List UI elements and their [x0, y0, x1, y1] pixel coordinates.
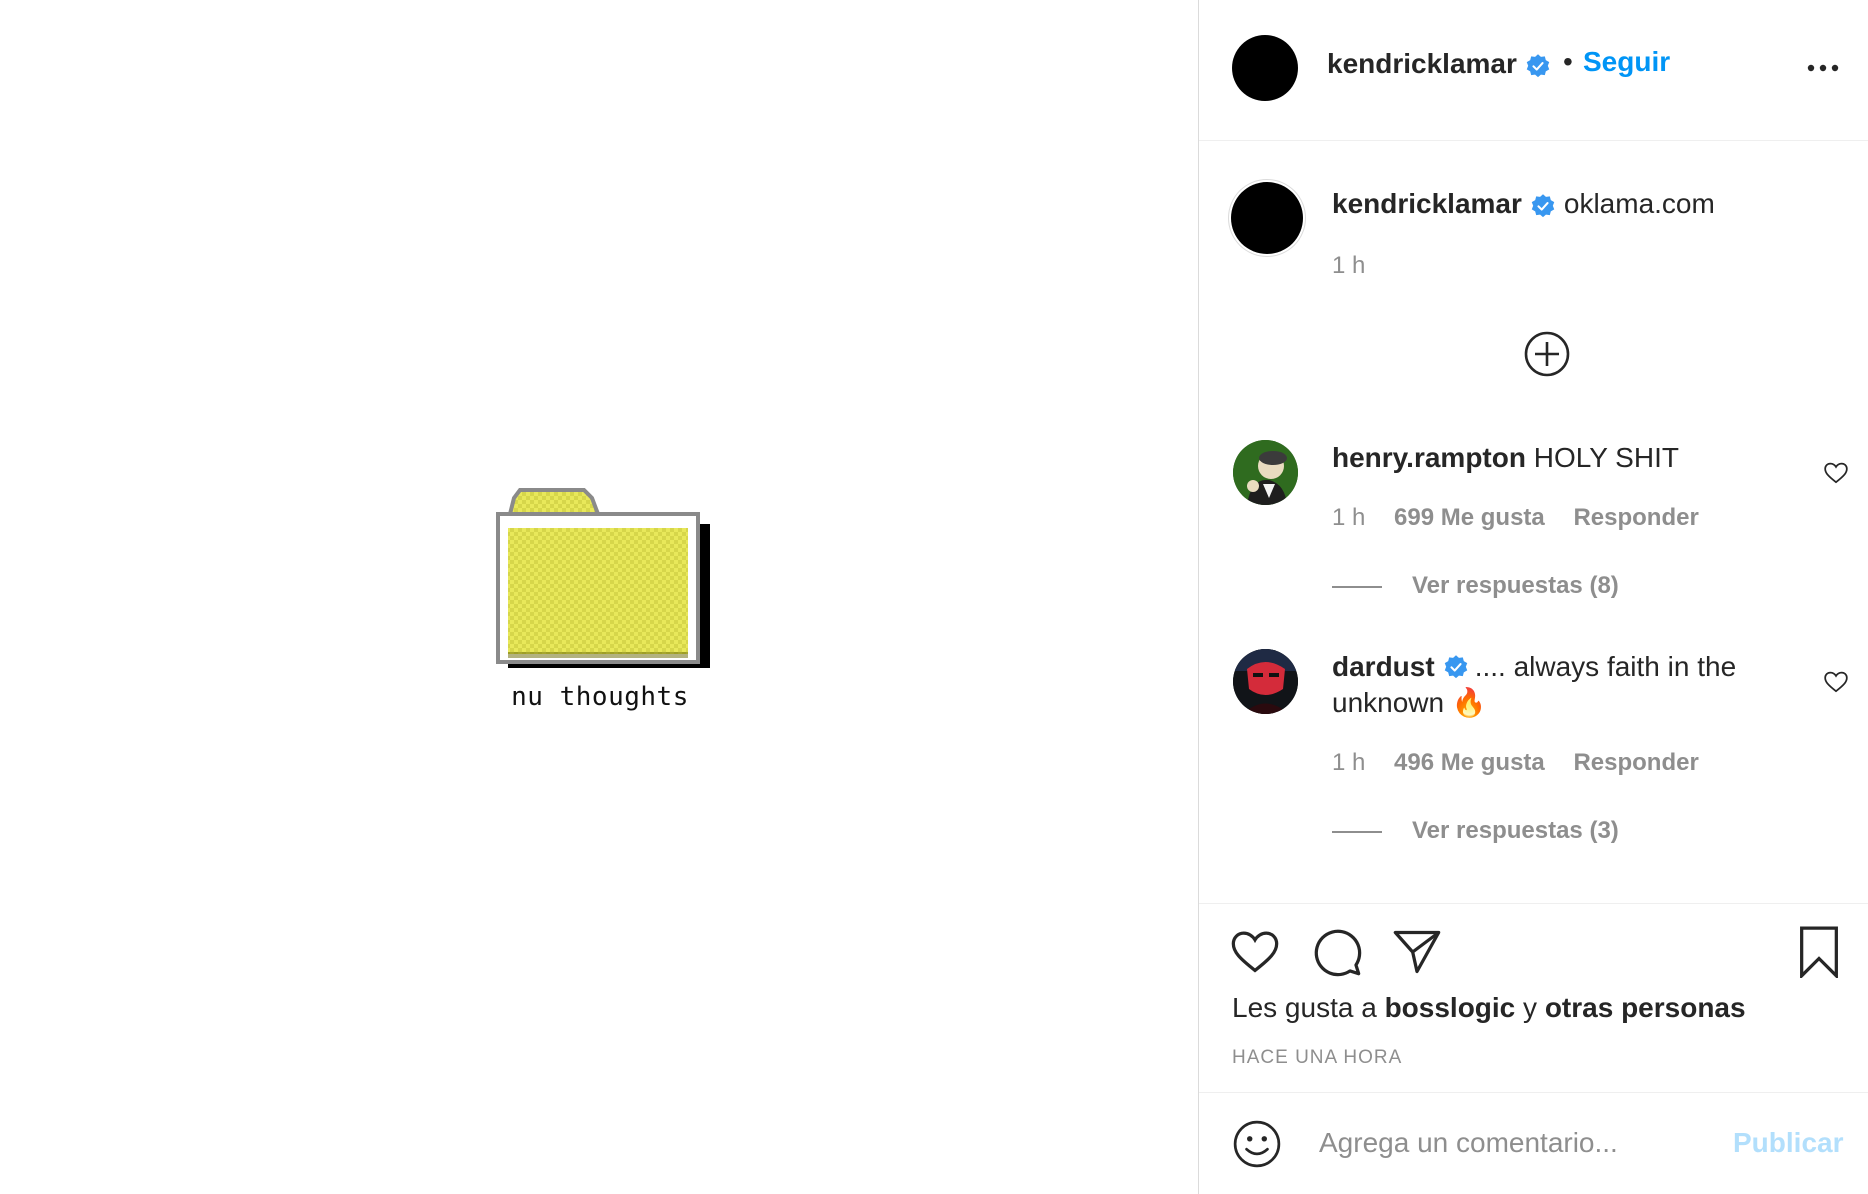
- heart-outline-icon[interactable]: [1823, 460, 1849, 486]
- comment-text: HOLY SHIT: [1533, 442, 1679, 473]
- post-side-panel: kendricklamar • Seguir kendricklamar okl…: [1198, 0, 1868, 1194]
- more-options-icon[interactable]: [1805, 56, 1841, 80]
- caption-username[interactable]: kendricklamar: [1332, 188, 1522, 219]
- commenter-avatar[interactable]: [1233, 649, 1298, 714]
- verified-badge-icon: [1531, 193, 1555, 217]
- post-timestamp: HACE UNA HORA: [1232, 1047, 1403, 1068]
- verified-badge-icon: [1526, 53, 1550, 77]
- post-media: nu thoughts: [0, 0, 1198, 1194]
- plus-circle-icon[interactable]: [1523, 330, 1571, 378]
- folder-caption: nu thoughts: [511, 682, 689, 712]
- commenter-avatar[interactable]: [1233, 440, 1298, 505]
- add-comment-bar: Publicar: [1199, 1092, 1868, 1194]
- comment-bubble-icon[interactable]: [1311, 926, 1363, 978]
- publish-button[interactable]: Publicar: [1733, 1127, 1843, 1159]
- comment-body: dardust .... always faith in the unknown…: [1332, 649, 1772, 721]
- caption-time: 1 h: [1332, 252, 1366, 279]
- liked-by-user[interactable]: bosslogic: [1385, 992, 1516, 1023]
- comment-time: 1 h: [1332, 749, 1366, 776]
- view-replies-label: Ver respuestas (8): [1412, 572, 1619, 599]
- view-replies-label: Ver respuestas (3): [1412, 817, 1619, 844]
- author-avatar[interactable]: [1232, 35, 1298, 101]
- likes-prefix: Les gusta a: [1232, 992, 1377, 1023]
- smiley-face-icon[interactable]: [1232, 1119, 1282, 1169]
- comment-input[interactable]: [1317, 1117, 1717, 1169]
- comment-likes[interactable]: 699 Me gusta: [1394, 504, 1545, 531]
- bookmark-icon[interactable]: [1793, 926, 1845, 978]
- header-separator: •: [1563, 46, 1573, 77]
- instagram-post-view: nu thoughts kendricklamar • Seguir kendr…: [0, 0, 1868, 1194]
- post-actions: Les gusta a bosslogic y otras personas H…: [1199, 903, 1868, 1092]
- paper-plane-icon[interactable]: [1391, 926, 1443, 978]
- comment-meta: 1 h 496 Me gusta Responder: [1332, 749, 1721, 777]
- comment-likes[interactable]: 496 Me gusta: [1394, 749, 1545, 776]
- replies-divider: [1332, 830, 1382, 833]
- caption: kendricklamar oklama.com: [1332, 188, 1715, 220]
- caption-text: oklama.com: [1563, 188, 1715, 219]
- author-username-link[interactable]: kendricklamar: [1327, 48, 1551, 80]
- verified-badge-icon: [1444, 654, 1467, 678]
- post-header: kendricklamar • Seguir: [1199, 0, 1868, 141]
- likes-summary: Les gusta a bosslogic y otras personas: [1232, 992, 1746, 1024]
- comment-meta: 1 h 699 Me gusta Responder: [1332, 504, 1721, 532]
- heart-outline-icon[interactable]: [1823, 669, 1849, 695]
- comment-time: 1 h: [1332, 504, 1366, 531]
- liked-by-others[interactable]: otras personas: [1545, 992, 1746, 1023]
- view-replies-button[interactable]: Ver respuestas (3): [1332, 817, 1619, 845]
- replies-divider: [1332, 585, 1382, 588]
- reply-button[interactable]: Responder: [1573, 749, 1698, 776]
- comment-username[interactable]: henry.rampton: [1332, 442, 1526, 473]
- likes-joiner: y: [1523, 992, 1538, 1023]
- caption-author-avatar[interactable]: [1231, 182, 1303, 254]
- yellow-folder-icon: [494, 488, 714, 670]
- view-replies-button[interactable]: Ver respuestas (8): [1332, 572, 1619, 600]
- heart-outline-icon[interactable]: [1229, 926, 1281, 978]
- author-username: kendricklamar: [1327, 48, 1517, 79]
- comment-body: henry.rampton HOLY SHIT: [1332, 440, 1772, 476]
- comment-username[interactable]: dardust: [1332, 651, 1435, 682]
- follow-button[interactable]: Seguir: [1583, 46, 1670, 78]
- reply-button[interactable]: Responder: [1573, 504, 1698, 531]
